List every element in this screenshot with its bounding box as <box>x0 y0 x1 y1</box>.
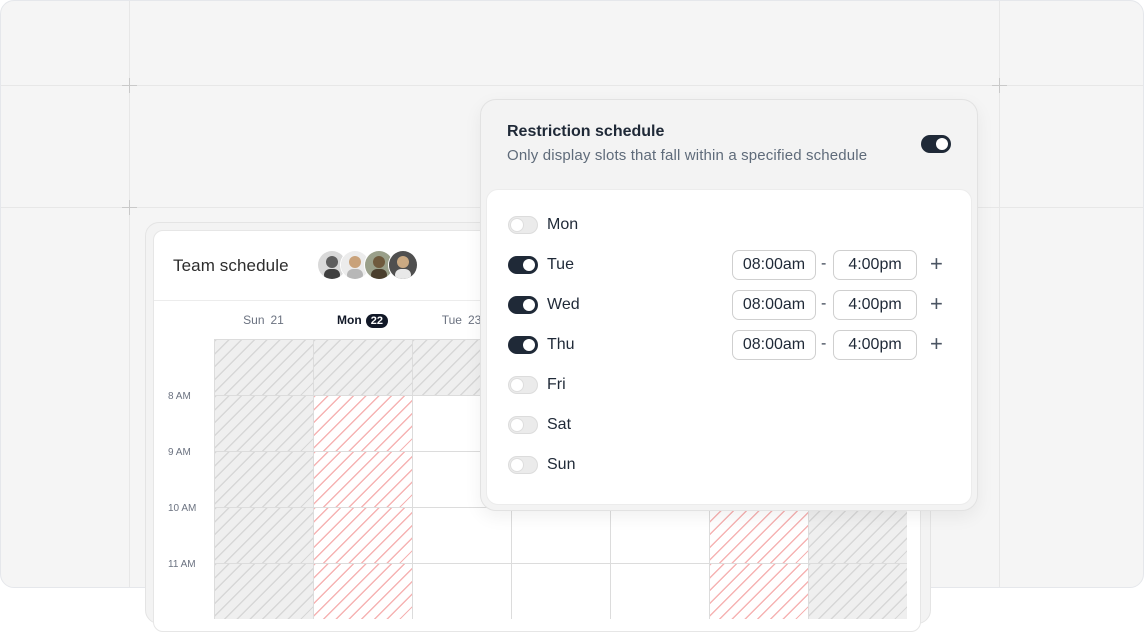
calendar-slot[interactable] <box>214 451 313 507</box>
add-time-range-button[interactable]: + <box>930 252 943 276</box>
calendar-slot[interactable] <box>808 563 907 619</box>
time-label-10am: 10 AM <box>168 503 197 514</box>
team-schedule-title: Team schedule <box>173 256 289 275</box>
calendar-slot[interactable] <box>214 339 313 395</box>
crosshair-icon <box>992 78 1007 93</box>
start-time-input-wed[interactable]: 08:00am <box>732 290 816 320</box>
time-separator: - <box>821 295 827 312</box>
calendar-slot[interactable] <box>313 507 412 563</box>
weekday-schedule-panel: Mon Tue 08:00am - 4:00pm + Wed 08:00am -… <box>486 189 972 505</box>
time-label-8am: 8 AM <box>168 391 191 402</box>
avatar[interactable] <box>388 250 418 280</box>
day-number-badge: 22 <box>365 314 388 328</box>
schedule-row-mon: Mon <box>508 210 958 240</box>
schedule-row-thu: Thu 08:00am - 4:00pm + <box>508 330 958 360</box>
end-time-input-wed[interactable]: 4:00pm <box>833 290 917 320</box>
restriction-title: Restriction schedule <box>507 123 665 140</box>
calendar-slot[interactable] <box>214 563 313 619</box>
calendar-slot[interactable] <box>511 507 610 563</box>
day-header-sun[interactable]: Sun 21 <box>214 313 313 327</box>
schedule-row-sat: Sat <box>508 410 958 440</box>
day-header-mon[interactable]: Mon 22 <box>313 313 412 328</box>
calendar-slot[interactable] <box>313 339 412 395</box>
day-toggle-sat[interactable] <box>508 416 538 434</box>
day-toggle-thu[interactable] <box>508 336 538 354</box>
day-toggle-tue[interactable] <box>508 256 538 274</box>
calendar-slot[interactable] <box>610 563 709 619</box>
toggle-knob <box>523 259 535 271</box>
guide-line <box>1 85 1143 86</box>
calendar-slot[interactable] <box>313 395 412 451</box>
day-toggle-fri[interactable] <box>508 376 538 394</box>
calendar-slot[interactable] <box>313 451 412 507</box>
schedule-row-wed: Wed 08:00am - 4:00pm + <box>508 290 958 320</box>
schedule-row-fri: Fri <box>508 370 958 400</box>
calendar-slot[interactable] <box>412 563 511 619</box>
end-time-input-tue[interactable]: 4:00pm <box>833 250 917 280</box>
toggle-knob <box>936 138 948 150</box>
calendar-slot[interactable] <box>214 507 313 563</box>
toggle-knob <box>523 299 535 311</box>
calendar-slot[interactable] <box>709 507 808 563</box>
day-toggle-mon[interactable] <box>508 216 538 234</box>
day-label-sat: Sat <box>547 416 572 433</box>
day-label-tue: Tue <box>547 256 574 273</box>
calendar-slot[interactable] <box>313 563 412 619</box>
time-separator: - <box>821 335 827 352</box>
add-time-range-button[interactable]: + <box>930 292 943 316</box>
toggle-knob <box>511 419 523 431</box>
calendar-slot[interactable] <box>610 507 709 563</box>
day-name: Mon <box>337 313 362 327</box>
restriction-enabled-toggle[interactable] <box>921 135 951 153</box>
day-toggle-sun[interactable] <box>508 456 538 474</box>
day-number: 21 <box>270 313 284 327</box>
toggle-knob <box>511 459 523 471</box>
end-time-input-thu[interactable]: 4:00pm <box>833 330 917 360</box>
day-label-wed: Wed <box>547 296 580 313</box>
day-name: Sun <box>243 313 265 327</box>
toggle-knob <box>511 379 523 391</box>
calendar-slot[interactable] <box>808 507 907 563</box>
day-label-thu: Thu <box>547 336 575 353</box>
calendar-slot[interactable] <box>412 507 511 563</box>
schedule-row-sun: Sun <box>508 450 958 480</box>
day-label-sun: Sun <box>547 456 576 473</box>
day-label-mon: Mon <box>547 216 579 233</box>
calendar-slot[interactable] <box>214 395 313 451</box>
restriction-schedule-popover: Restriction schedule Only display slots … <box>480 99 978 511</box>
start-time-input-thu[interactable]: 08:00am <box>732 330 816 360</box>
crosshair-icon <box>122 200 137 215</box>
day-label-fri: Fri <box>547 376 566 393</box>
start-time-input-tue[interactable]: 08:00am <box>732 250 816 280</box>
day-toggle-wed[interactable] <box>508 296 538 314</box>
add-time-range-button[interactable]: + <box>930 332 943 356</box>
time-label-11am: 11 AM <box>168 559 196 570</box>
day-name: Tue <box>441 313 462 327</box>
crosshair-icon <box>122 78 137 93</box>
calendar-slot[interactable] <box>709 563 808 619</box>
time-separator: - <box>821 255 827 272</box>
calendar-slot[interactable] <box>511 563 610 619</box>
toggle-knob <box>511 219 523 231</box>
schedule-row-tue: Tue 08:00am - 4:00pm + <box>508 250 958 280</box>
toggle-knob <box>523 339 535 351</box>
time-label-9am: 9 AM <box>168 447 191 458</box>
restriction-subtitle: Only display slots that fall within a sp… <box>507 147 868 164</box>
